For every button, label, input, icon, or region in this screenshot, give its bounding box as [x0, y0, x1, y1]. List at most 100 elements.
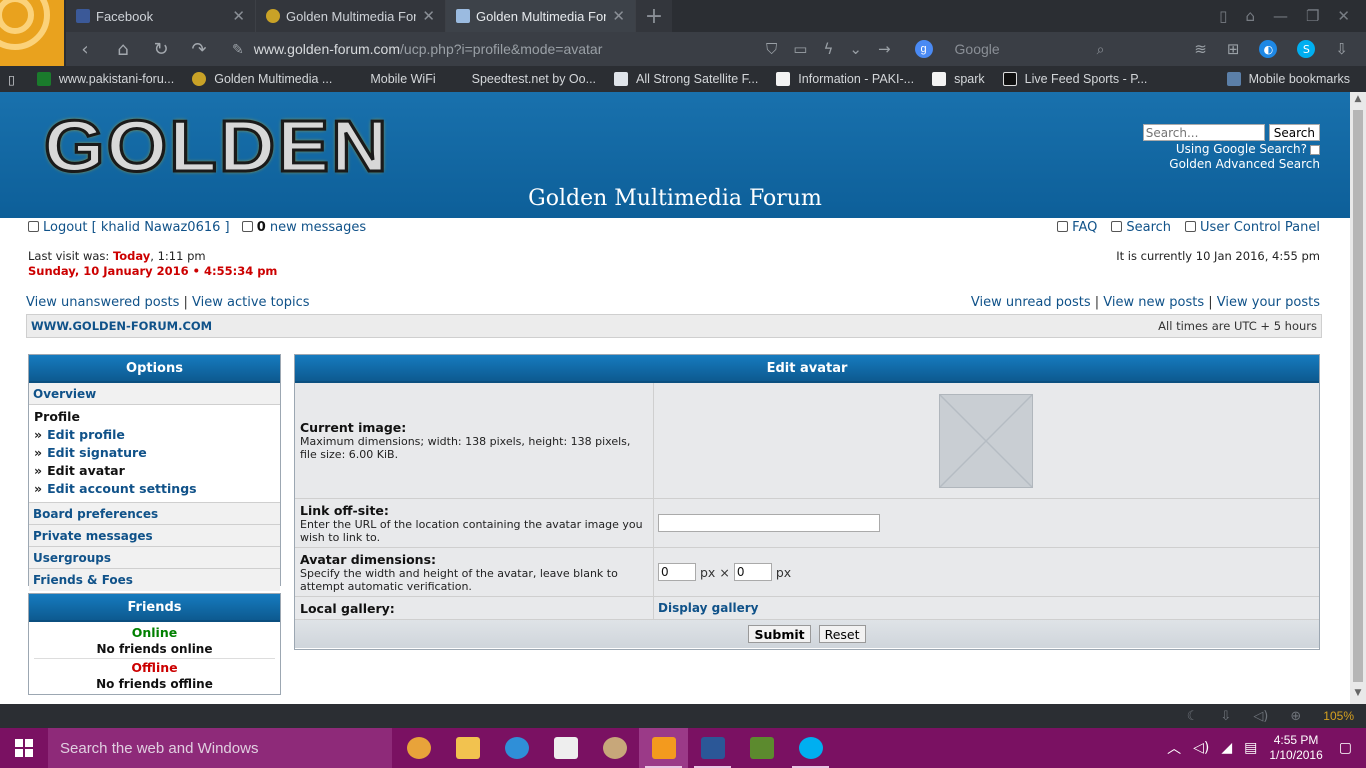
- google-icon[interactable]: g: [914, 40, 933, 58]
- extension-icon[interactable]: ◐: [1259, 40, 1278, 58]
- cortana-search[interactable]: Search the web and Windows: [48, 728, 392, 768]
- sidebar-item-label[interactable]: Private messages: [33, 529, 153, 543]
- bookmark[interactable]: All Strong Satellite F...: [614, 72, 758, 86]
- shield-icon[interactable]: ⛉: [766, 40, 777, 58]
- search-icon[interactable]: ⌕: [1097, 41, 1105, 58]
- unread-posts-link[interactable]: View unread posts: [971, 295, 1091, 310]
- bookmark[interactable]: www.pakistani-foru...: [36, 72, 174, 86]
- search-input[interactable]: [1142, 124, 1265, 141]
- search-engine-box[interactable]: g Google ⌕: [914, 36, 1105, 62]
- breadcrumb-home-link[interactable]: WWW.GOLDEN-FORUM.COM: [31, 319, 212, 333]
- scroll-down-icon[interactable]: ▼: [1350, 688, 1366, 702]
- back-icon[interactable]: ‹: [66, 39, 104, 60]
- night-mode-icon[interactable]: ☾: [1187, 709, 1199, 724]
- apps-grid-icon[interactable]: ⊞: [1227, 40, 1240, 58]
- zoom-level[interactable]: 105%: [1323, 709, 1354, 723]
- site-logo[interactable]: GOLDEN: [42, 106, 390, 189]
- page-scrollbar[interactable]: ▲ ▼: [1350, 92, 1366, 704]
- bookmark[interactable]: Speedtest.net by Oo...: [454, 72, 596, 86]
- clock[interactable]: 4:55 PM 1/10/2016: [1269, 733, 1322, 763]
- sidebar-item-label[interactable]: Overview: [33, 387, 96, 401]
- sidebar-item-board-preferences[interactable]: Board preferences: [29, 503, 280, 525]
- sidebar-subitem-edit-account[interactable]: » Edit account settings: [34, 480, 275, 498]
- skin-icon[interactable]: ⌂: [1245, 7, 1255, 25]
- wifi-icon[interactable]: ≋: [1194, 40, 1207, 58]
- tab-golden-1[interactable]: Golden Multimedia Foru ✕: [256, 0, 446, 32]
- network-icon[interactable]: ◢: [1221, 740, 1232, 756]
- forward-icon[interactable]: →: [878, 40, 891, 58]
- bookmark-folder[interactable]: Mobile bookmarks: [1226, 72, 1350, 86]
- reload-icon[interactable]: ↻: [142, 39, 180, 60]
- sidebar-item-label[interactable]: Friends & Foes: [33, 573, 133, 587]
- tab-facebook[interactable]: Facebook ✕: [66, 0, 256, 32]
- close-window-icon[interactable]: ✕: [1337, 7, 1350, 25]
- avatar-height-input[interactable]: [733, 563, 772, 581]
- paint-app[interactable]: [590, 728, 639, 768]
- uc-browser-app[interactable]: [639, 728, 688, 768]
- unanswered-posts-link[interactable]: View unanswered posts: [26, 295, 179, 310]
- new-tab-button[interactable]: +: [636, 0, 672, 32]
- download-icon[interactable]: ⇩: [1220, 709, 1231, 724]
- volume-icon[interactable]: ◁): [1193, 740, 1209, 756]
- skype-app[interactable]: [786, 728, 835, 768]
- word-app[interactable]: [688, 728, 737, 768]
- active-topics-link[interactable]: View active topics: [192, 295, 309, 310]
- sidebar-item-label[interactable]: Usergroups: [33, 551, 111, 565]
- your-posts-link[interactable]: View your posts: [1217, 295, 1320, 310]
- bookmarks-sidebar-icon[interactable]: ▯: [8, 72, 15, 87]
- skype-ext-icon[interactable]: S: [1297, 40, 1316, 58]
- action-center-icon[interactable]: ▢: [1339, 740, 1352, 756]
- sidebar-item-private-messages[interactable]: Private messages: [29, 525, 280, 547]
- close-icon[interactable]: ✕: [612, 7, 625, 25]
- bookmark[interactable]: Mobile WiFi: [350, 72, 435, 86]
- sidebar-item-label[interactable]: Board preferences: [33, 507, 158, 521]
- new-posts-link[interactable]: View new posts: [1103, 295, 1204, 310]
- logout-link[interactable]: Logout [ khalid Nawaz0616 ]: [43, 220, 230, 235]
- sidebar-icon[interactable]: ▯: [1219, 7, 1227, 25]
- sidebar-subitem-label[interactable]: Edit signature: [47, 445, 147, 460]
- close-icon[interactable]: ✕: [422, 7, 435, 25]
- chevron-down-icon[interactable]: ⌄: [849, 40, 862, 58]
- zoom-icon[interactable]: ⊕: [1290, 709, 1301, 724]
- chrome-app[interactable]: [394, 728, 443, 768]
- avatar-width-input[interactable]: [658, 563, 696, 581]
- lightning-icon[interactable]: ϟ: [823, 40, 833, 58]
- bookmark[interactable]: Information - PAKI-...: [776, 72, 914, 86]
- display-gallery-link[interactable]: Display gallery: [658, 601, 758, 615]
- sidebar-item-usergroups[interactable]: Usergroups: [29, 547, 280, 569]
- ie-app[interactable]: [492, 728, 541, 768]
- sidebar-subitem-edit-profile[interactable]: » Edit profile: [34, 426, 275, 444]
- sidebar-subitem-label[interactable]: Edit profile: [47, 427, 125, 442]
- reset-button[interactable]: Reset: [818, 625, 866, 643]
- tab-golden-active[interactable]: Golden Multimedia Foru ✕: [446, 0, 636, 32]
- scroll-up-icon[interactable]: ▲: [1350, 94, 1366, 108]
- sidebar-subitem-edit-signature[interactable]: » Edit signature: [34, 444, 275, 462]
- store-app[interactable]: [541, 728, 590, 768]
- search-button[interactable]: Search: [1268, 124, 1320, 141]
- ucp-link[interactable]: User Control Panel: [1200, 220, 1320, 235]
- sidebar-item-overview[interactable]: Overview: [29, 383, 280, 405]
- bookmark[interactable]: spark: [932, 72, 985, 86]
- avatar-url-input[interactable]: [658, 514, 880, 532]
- close-icon[interactable]: ✕: [232, 7, 245, 25]
- browser-logo-icon[interactable]: [0, 0, 64, 66]
- download-icon[interactable]: ⇩: [1335, 40, 1348, 58]
- home-icon[interactable]: ⌂: [104, 39, 142, 60]
- search-link[interactable]: Search: [1126, 220, 1171, 235]
- bookmark[interactable]: Live Feed Sports - P...: [1002, 72, 1147, 86]
- green-app[interactable]: [737, 728, 786, 768]
- scroll-thumb[interactable]: [1353, 110, 1363, 682]
- volume-icon[interactable]: ◁): [1253, 709, 1268, 724]
- google-search-checkbox[interactable]: [1310, 144, 1320, 155]
- explorer-app[interactable]: [443, 728, 492, 768]
- minimize-icon[interactable]: —: [1273, 7, 1288, 25]
- reader-icon[interactable]: ▭: [793, 40, 807, 58]
- submit-button[interactable]: Submit: [748, 625, 811, 643]
- chevron-up-icon[interactable]: ︿: [1167, 738, 1181, 758]
- maximize-icon[interactable]: ❐: [1306, 7, 1319, 25]
- address-bar[interactable]: ✎ www.golden-forum.com /ucp.php?i=profil…: [232, 36, 762, 62]
- sidebar-item-friends-foes[interactable]: Friends & Foes: [29, 569, 280, 591]
- notifications-icon[interactable]: ▤: [1244, 740, 1257, 756]
- sidebar-subitem-label[interactable]: Edit account settings: [47, 481, 197, 496]
- faq-link[interactable]: FAQ: [1072, 220, 1097, 235]
